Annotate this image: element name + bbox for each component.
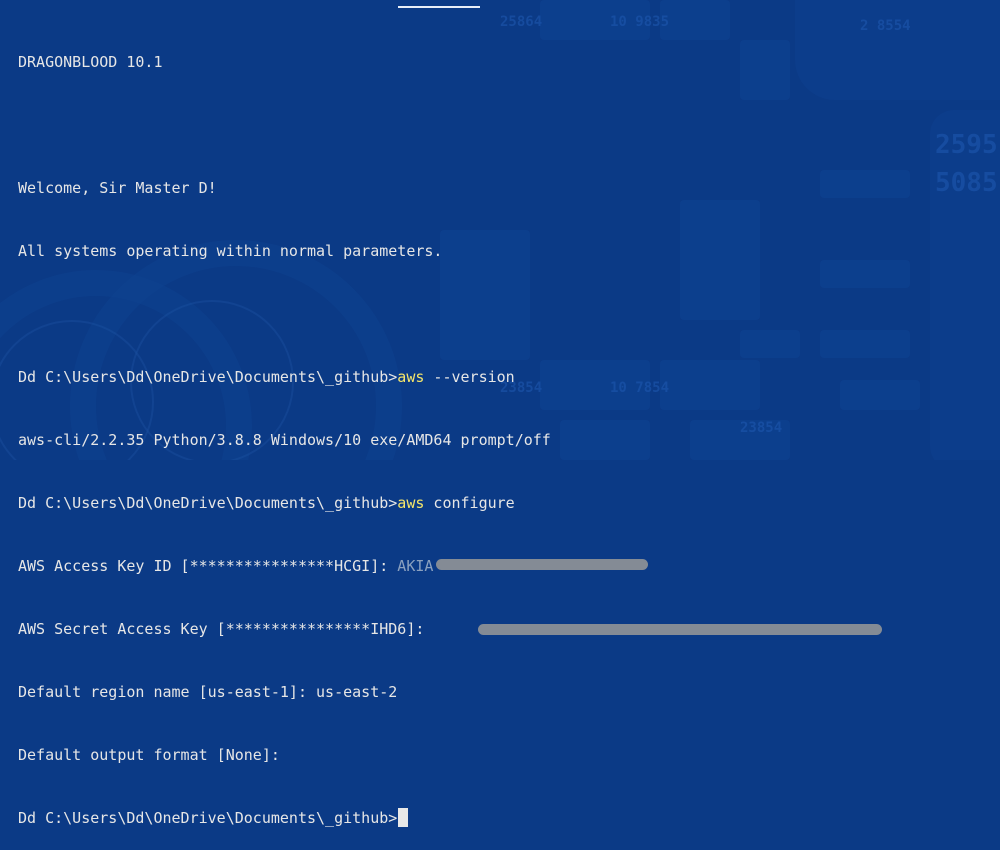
text-cursor[interactable] [398, 808, 409, 827]
prompt-text: Dd C:\Users\Dd\OneDrive\Documents\_githu… [18, 494, 398, 512]
secret-key-line: AWS Secret Access Key [****************I… [18, 619, 958, 640]
redaction-scribble [478, 624, 882, 635]
output-format-label: Default output format [None]: [18, 746, 289, 764]
command-args: configure [424, 494, 515, 512]
terminal-output[interactable]: DRAGONBLOOD 10.1 Welcome, Sir Master D! … [18, 10, 958, 850]
current-prompt-line[interactable]: Dd C:\Users\Dd\OneDrive\Documents\_githu… [18, 808, 958, 829]
region-line: Default region name [us-east-1]: us-east… [18, 682, 958, 703]
access-key-value: AKIA [397, 557, 434, 575]
window-top-indicator [398, 6, 480, 8]
command-name: aws [397, 494, 425, 512]
region-value: us-east-2 [316, 683, 398, 701]
output-format-line: Default output format [None]: [18, 745, 958, 766]
status-line: All systems operating within normal para… [18, 242, 443, 260]
command-line-version: Dd C:\Users\Dd\OneDrive\Documents\_githu… [18, 367, 958, 388]
redaction-scribble [436, 559, 648, 570]
command-args: --version [424, 368, 515, 386]
prompt-text: Dd C:\Users\Dd\OneDrive\Documents\_githu… [18, 809, 398, 827]
command-name: aws [397, 368, 425, 386]
access-key-line: AWS Access Key ID [****************HCGI]… [18, 556, 958, 577]
version-output-line: aws-cli/2.2.35 Python/3.8.8 Windows/10 e… [18, 431, 551, 449]
access-key-label: AWS Access Key ID [****************HCGI]… [18, 557, 398, 575]
secret-key-label: AWS Secret Access Key [****************I… [18, 620, 434, 638]
welcome-line: Welcome, Sir Master D! [18, 179, 217, 197]
region-label: Default region name [us-east-1]: [18, 683, 317, 701]
banner-line: DRAGONBLOOD 10.1 [18, 53, 163, 71]
command-line-configure: Dd C:\Users\Dd\OneDrive\Documents\_githu… [18, 493, 958, 514]
prompt-text: Dd C:\Users\Dd\OneDrive\Documents\_githu… [18, 368, 398, 386]
